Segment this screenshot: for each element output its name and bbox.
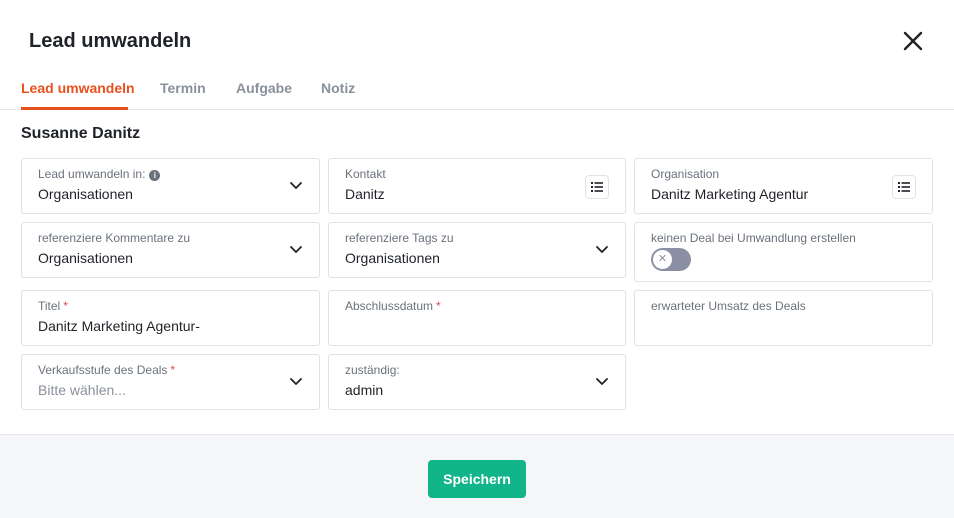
modal-footer: Speichern — [0, 434, 954, 518]
close-date-field[interactable]: Abschlussdatum * — [328, 290, 626, 346]
sales-stage-select[interactable]: Verkaufsstufe des Deals * Bitte wählen... — [21, 354, 320, 410]
x-icon: ✕ — [653, 250, 672, 269]
modal-title: Lead umwandeln — [29, 30, 192, 52]
chevron-down-icon — [596, 246, 608, 253]
assignee-value: admin — [345, 382, 384, 398]
tab-bar: Lead umwandeln Termin Aufgabe Notiz — [0, 70, 954, 110]
expected-revenue-label: erwarteter Umsatz des Deals — [651, 299, 806, 313]
close-icon — [903, 31, 923, 51]
close-button[interactable] — [899, 27, 927, 55]
title-input[interactable]: Danitz Marketing Agentur- — [38, 318, 200, 334]
ref-tags-label: referenziere Tags zu — [345, 231, 454, 245]
required-mark: * — [170, 363, 176, 377]
tab-notiz[interactable]: Notiz — [321, 80, 355, 96]
sales-stage-placeholder: Bitte wählen... — [38, 382, 126, 398]
list-icon — [898, 182, 910, 192]
chevron-down-icon — [290, 246, 302, 253]
modal-header: Lead umwandeln — [0, 0, 954, 70]
sales-stage-label: Verkaufsstufe des Deals * — [38, 363, 176, 377]
required-mark: * — [436, 299, 441, 313]
close-date-label: Abschlussdatum * — [345, 299, 441, 313]
convert-to-select[interactable]: Lead umwandeln in: i Organisationen — [21, 158, 320, 214]
chevron-down-icon — [290, 182, 302, 189]
no-deal-label: keinen Deal bei Umwandlung erstellen — [651, 231, 856, 245]
save-button[interactable]: Speichern — [428, 460, 526, 498]
assignee-label: zuständig: — [345, 363, 400, 377]
required-mark: * — [63, 299, 68, 313]
chevron-down-icon — [596, 378, 608, 385]
no-deal-toggle[interactable]: ✕ — [651, 248, 691, 271]
ref-tags-value: Organisationen — [345, 250, 440, 266]
info-icon[interactable]: i — [149, 170, 161, 181]
contact-list-button[interactable] — [585, 175, 609, 199]
ref-comments-value: Organisationen — [38, 250, 133, 266]
ref-tags-select[interactable]: referenziere Tags zu Organisationen — [328, 222, 626, 278]
active-tab-indicator — [21, 107, 128, 110]
organization-field[interactable]: Organisation Danitz Marketing Agentur — [634, 158, 933, 214]
chevron-down-icon — [290, 378, 302, 385]
ref-comments-select[interactable]: referenziere Kommentare zu Organisatione… — [21, 222, 320, 278]
title-label: Titel * — [38, 299, 68, 313]
person-name: Susanne Danitz — [21, 125, 141, 142]
contact-label: Kontakt — [345, 167, 386, 181]
contact-field[interactable]: Kontakt Danitz — [328, 158, 626, 214]
ref-comments-label: referenziere Kommentare zu — [38, 231, 191, 245]
title-field[interactable]: Titel * Danitz Marketing Agentur- — [21, 290, 320, 346]
convert-to-label: Lead umwandeln in: i — [38, 167, 161, 181]
assignee-select[interactable]: zuständig: admin — [328, 354, 626, 410]
contact-value: Danitz — [345, 186, 385, 202]
organization-label: Organisation — [651, 167, 720, 181]
organization-value: Danitz Marketing Agentur — [651, 186, 809, 202]
convert-to-value: Organisationen — [38, 186, 133, 202]
list-icon — [591, 182, 603, 192]
no-deal-field: keinen Deal bei Umwandlung erstellen ✕ — [634, 222, 933, 282]
tab-termin[interactable]: Termin — [160, 80, 206, 96]
tab-aufgabe[interactable]: Aufgabe — [236, 80, 292, 96]
expected-revenue-field[interactable]: erwarteter Umsatz des Deals — [634, 290, 933, 346]
tab-lead-umwandeln[interactable]: Lead umwandeln — [21, 80, 135, 96]
organization-list-button[interactable] — [892, 175, 916, 199]
